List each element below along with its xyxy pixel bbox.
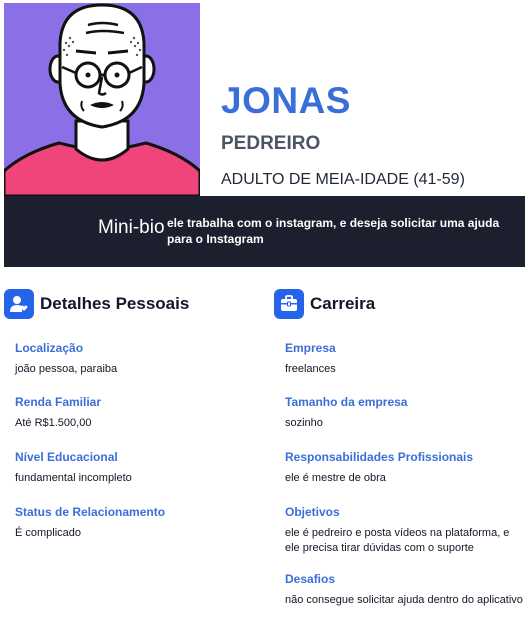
mini-bio-title: Mini-bio [98,217,165,238]
field-label: Responsabilidades Profissionais [285,450,474,464]
personal-field-location: Localização joão pessoa, paraiba [15,341,255,377]
persona-role: PEDREIRO [221,133,321,154]
mini-bio-text: ele trabalha com o instagram, e deseja s… [167,216,500,246]
field-value: sozinho [285,417,323,429]
field-label: Localização [15,341,84,355]
briefcase-icon [274,289,304,319]
field-label: Tamanho da empresa [285,395,408,409]
persona-avatar [4,3,200,196]
persona-age-group: ADULTO DE MEIA-IDADE (41-59) [221,171,465,188]
personal-field-relationship: Status de Relacionamento É complicado [15,505,255,541]
field-value: não consegue solicitar ajuda dentro do a… [285,594,523,606]
field-label: Renda Familiar [15,395,102,409]
mini-bio-band: Mini-bio ele trabalha com o instagram, e… [4,196,525,267]
career-field-challenges: Desafios não consegue solicitar ajuda de… [285,572,525,608]
field-value: Até R$1.500,00 [15,417,92,429]
field-label: Empresa [285,341,336,355]
field-value: É complicado [15,527,82,539]
career-section-header: Carreira [274,289,375,319]
field-label: Nível Educacional [15,450,118,464]
field-label: Status de Relacionamento [15,505,166,519]
user-heart-icon [4,289,34,319]
field-value: ele é mestre de obra [285,472,386,484]
field-label: Objetivos [285,505,340,519]
personal-section-header: Detalhes Pessoais [4,289,189,319]
career-section-title: Carreira [310,294,376,313]
avatar-illustration [4,3,200,196]
field-value: freelances [285,363,336,375]
field-label: Desafios [285,572,336,586]
career-field-company-size: Tamanho da empresa sozinho [285,395,525,431]
personal-section-title: Detalhes Pessoais [40,294,190,313]
persona-name: JONAS [221,80,351,121]
field-value: ele é pedreiro e posta vídeos na platafo… [285,527,510,554]
career-field-company: Empresa freelances [285,341,525,377]
career-field-responsibilities: Responsabilidades Profissionais ele é me… [285,450,525,486]
field-value: fundamental incompleto [15,472,132,484]
career-field-goals: Objetivos ele é pedreiro e posta vídeos … [285,505,525,556]
field-value: joão pessoa, paraiba [15,363,118,375]
personal-field-education: Nível Educacional fundamental incompleto [15,450,255,486]
personal-field-income: Renda Familiar Até R$1.500,00 [15,395,255,431]
